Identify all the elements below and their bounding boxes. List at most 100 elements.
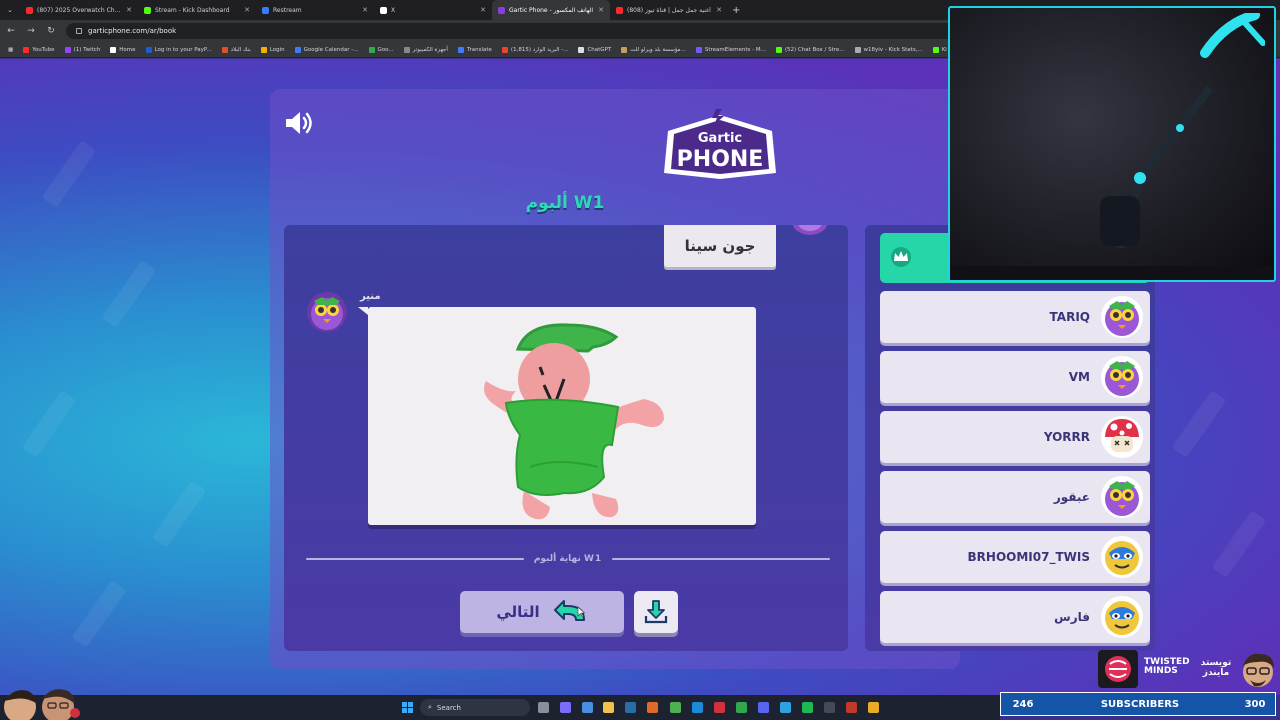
tab-favicon-icon [262, 6, 269, 14]
player-avatar [1101, 296, 1143, 338]
browser-tab[interactable]: (808) أغنية جمل جمل | قناة تيوز ✕ [610, 0, 728, 20]
next-button-label: التالي [496, 603, 540, 621]
player-name: VM [1068, 370, 1090, 384]
spotify-icon[interactable] [802, 702, 813, 713]
bookmark-item[interactable]: Google Calendar -... [294, 46, 359, 53]
obs-icon[interactable] [846, 702, 857, 713]
bookmark-item[interactable]: مؤسسة بلد ويرلو للت... [621, 46, 686, 53]
drawing-card [358, 307, 756, 525]
player-avatar [792, 225, 828, 235]
bookmark-item[interactable]: ChatGPT [578, 46, 611, 53]
browser-tab[interactable]: Restream ✕ [256, 0, 374, 20]
subscriber-goal: 300 [1244, 698, 1266, 710]
bookmark-favicon-icon [294, 46, 301, 53]
player-avatar [1101, 596, 1143, 638]
tab-favicon-icon [380, 6, 387, 14]
album-end-label: نهاية ألبوم W1 [533, 554, 603, 564]
browser-icon[interactable] [647, 702, 658, 713]
bookmark-favicon-icon [932, 46, 939, 53]
bookmark-item[interactable]: أجهزة الكمبيوتر [403, 46, 448, 53]
drawer-avatar [307, 292, 347, 332]
store-icon[interactable] [582, 702, 593, 713]
player-name: عبقور [1053, 490, 1090, 504]
tab-favicon-icon [498, 6, 505, 14]
windows-start-icon[interactable] [402, 702, 413, 713]
bookmark-favicon-icon [403, 46, 410, 53]
bookmark-item[interactable]: بنك البلاد [221, 46, 251, 53]
back-icon[interactable]: ← [6, 26, 16, 36]
bookmark-favicon-icon [775, 46, 782, 53]
tab-title: Stream - Kick Dashboard [155, 6, 230, 14]
edge-icon[interactable] [692, 702, 703, 713]
browser-tab[interactable]: Stream - Kick Dashboard ✕ [138, 0, 256, 20]
close-tab-icon[interactable]: ✕ [716, 6, 722, 14]
bookmark-item[interactable]: Log in to your PayP... [145, 46, 212, 53]
browser-tab[interactable]: Gartic Phone - الهاتف المكسور ✕ [492, 0, 610, 20]
browser-tab[interactable]: X ✕ [374, 0, 492, 20]
site-info-icon[interactable] [76, 28, 82, 34]
close-tab-icon[interactable]: ✕ [480, 6, 486, 14]
mic-boom-arm [1100, 85, 1214, 248]
mic-app-icon[interactable] [714, 702, 725, 713]
logo-text-top: Gartic [698, 131, 742, 146]
subscriber-count: 246 [1012, 698, 1034, 710]
taskbar-search[interactable]: ⌕ Search [420, 699, 530, 716]
album-title: ألبوم W1 [525, 193, 605, 213]
bookmark-label: (1) Twitch [73, 46, 101, 53]
bookmark-favicon-icon [23, 46, 30, 53]
chrome-alt-icon[interactable] [868, 702, 879, 713]
close-tab-icon[interactable]: ✕ [598, 6, 604, 14]
search-icon: ⌕ [428, 703, 432, 711]
bookmark-item[interactable]: (1) Twitch [64, 46, 101, 53]
close-tab-icon[interactable]: ✕ [244, 6, 250, 14]
apps-icon[interactable]: ▦ [8, 47, 13, 53]
drawer-name: منير [360, 291, 381, 302]
bookmark-item[interactable]: (52) Chat Box / Stre... [775, 46, 845, 53]
album-end-divider: نهاية ألبوم W1 [306, 551, 831, 567]
bookmark-favicon-icon [578, 46, 585, 53]
bookmark-item[interactable]: Translate [457, 46, 492, 53]
player-row: BRHOOMI07_TWIS [880, 531, 1150, 583]
bookmark-item[interactable]: StreamElements - M... [695, 46, 766, 53]
file-explorer-icon[interactable] [603, 702, 614, 713]
reload-icon[interactable]: ↻ [46, 26, 56, 36]
forward-icon[interactable]: → [26, 26, 36, 36]
close-tab-icon[interactable]: ✕ [362, 6, 368, 14]
tab-search-icon[interactable]: ⌄ [0, 6, 20, 14]
telegram-icon[interactable] [780, 702, 791, 713]
url-field[interactable]: garticphone.com/ar/book [66, 23, 966, 39]
close-tab-icon[interactable]: ✕ [126, 6, 132, 14]
player-row: عبقور [880, 471, 1150, 523]
new-tab-button[interactable]: + [732, 5, 740, 16]
download-button[interactable] [634, 591, 678, 633]
chrome-icon[interactable] [670, 702, 681, 713]
player-list: TARIQ VM YORRR عبقور BRHOOMI07_TWIS فارس [865, 225, 1155, 651]
bookmark-label: Home [119, 46, 136, 53]
bookmark-label: أجهزة الكمبيوتر [412, 46, 448, 53]
bookmark-item[interactable]: Ki [932, 46, 947, 53]
next-button[interactable]: التالي [460, 591, 624, 633]
capcut-icon[interactable] [824, 702, 835, 713]
bookmark-item[interactable]: Goo... [368, 46, 394, 53]
bookmark-item[interactable]: YouTube [23, 46, 55, 53]
xbox-icon[interactable] [736, 702, 747, 713]
speaker-icon[interactable] [283, 109, 315, 137]
copilot-icon[interactable] [560, 702, 571, 713]
bookmark-item[interactable]: Login [260, 46, 285, 53]
bookmark-favicon-icon [501, 46, 508, 53]
tab-favicon-icon [616, 6, 623, 14]
player-row: فارس [880, 591, 1150, 643]
steam-icon[interactable] [625, 702, 636, 713]
bookmark-label: بنك البلاد [230, 46, 251, 53]
album-viewer: جون سينا منير نهاية ألبوم W1 التالي [284, 225, 848, 651]
download-icon [644, 600, 668, 624]
bookmark-item[interactable]: Home [110, 46, 136, 53]
browser-tab[interactable]: (807) 2025 Overwatch Champi... ✕ [20, 0, 138, 20]
player-row: YORRR [880, 411, 1150, 463]
bookmark-item[interactable]: w18yiv - Kick Stats,... [854, 46, 923, 53]
discord-icon[interactable] [758, 702, 769, 713]
task-view-icon[interactable] [538, 702, 549, 713]
player-avatar [1101, 356, 1143, 398]
bookmark-item[interactable]: البريد الوارد (1,815) -... [501, 46, 568, 53]
bookmark-favicon-icon [695, 46, 702, 53]
